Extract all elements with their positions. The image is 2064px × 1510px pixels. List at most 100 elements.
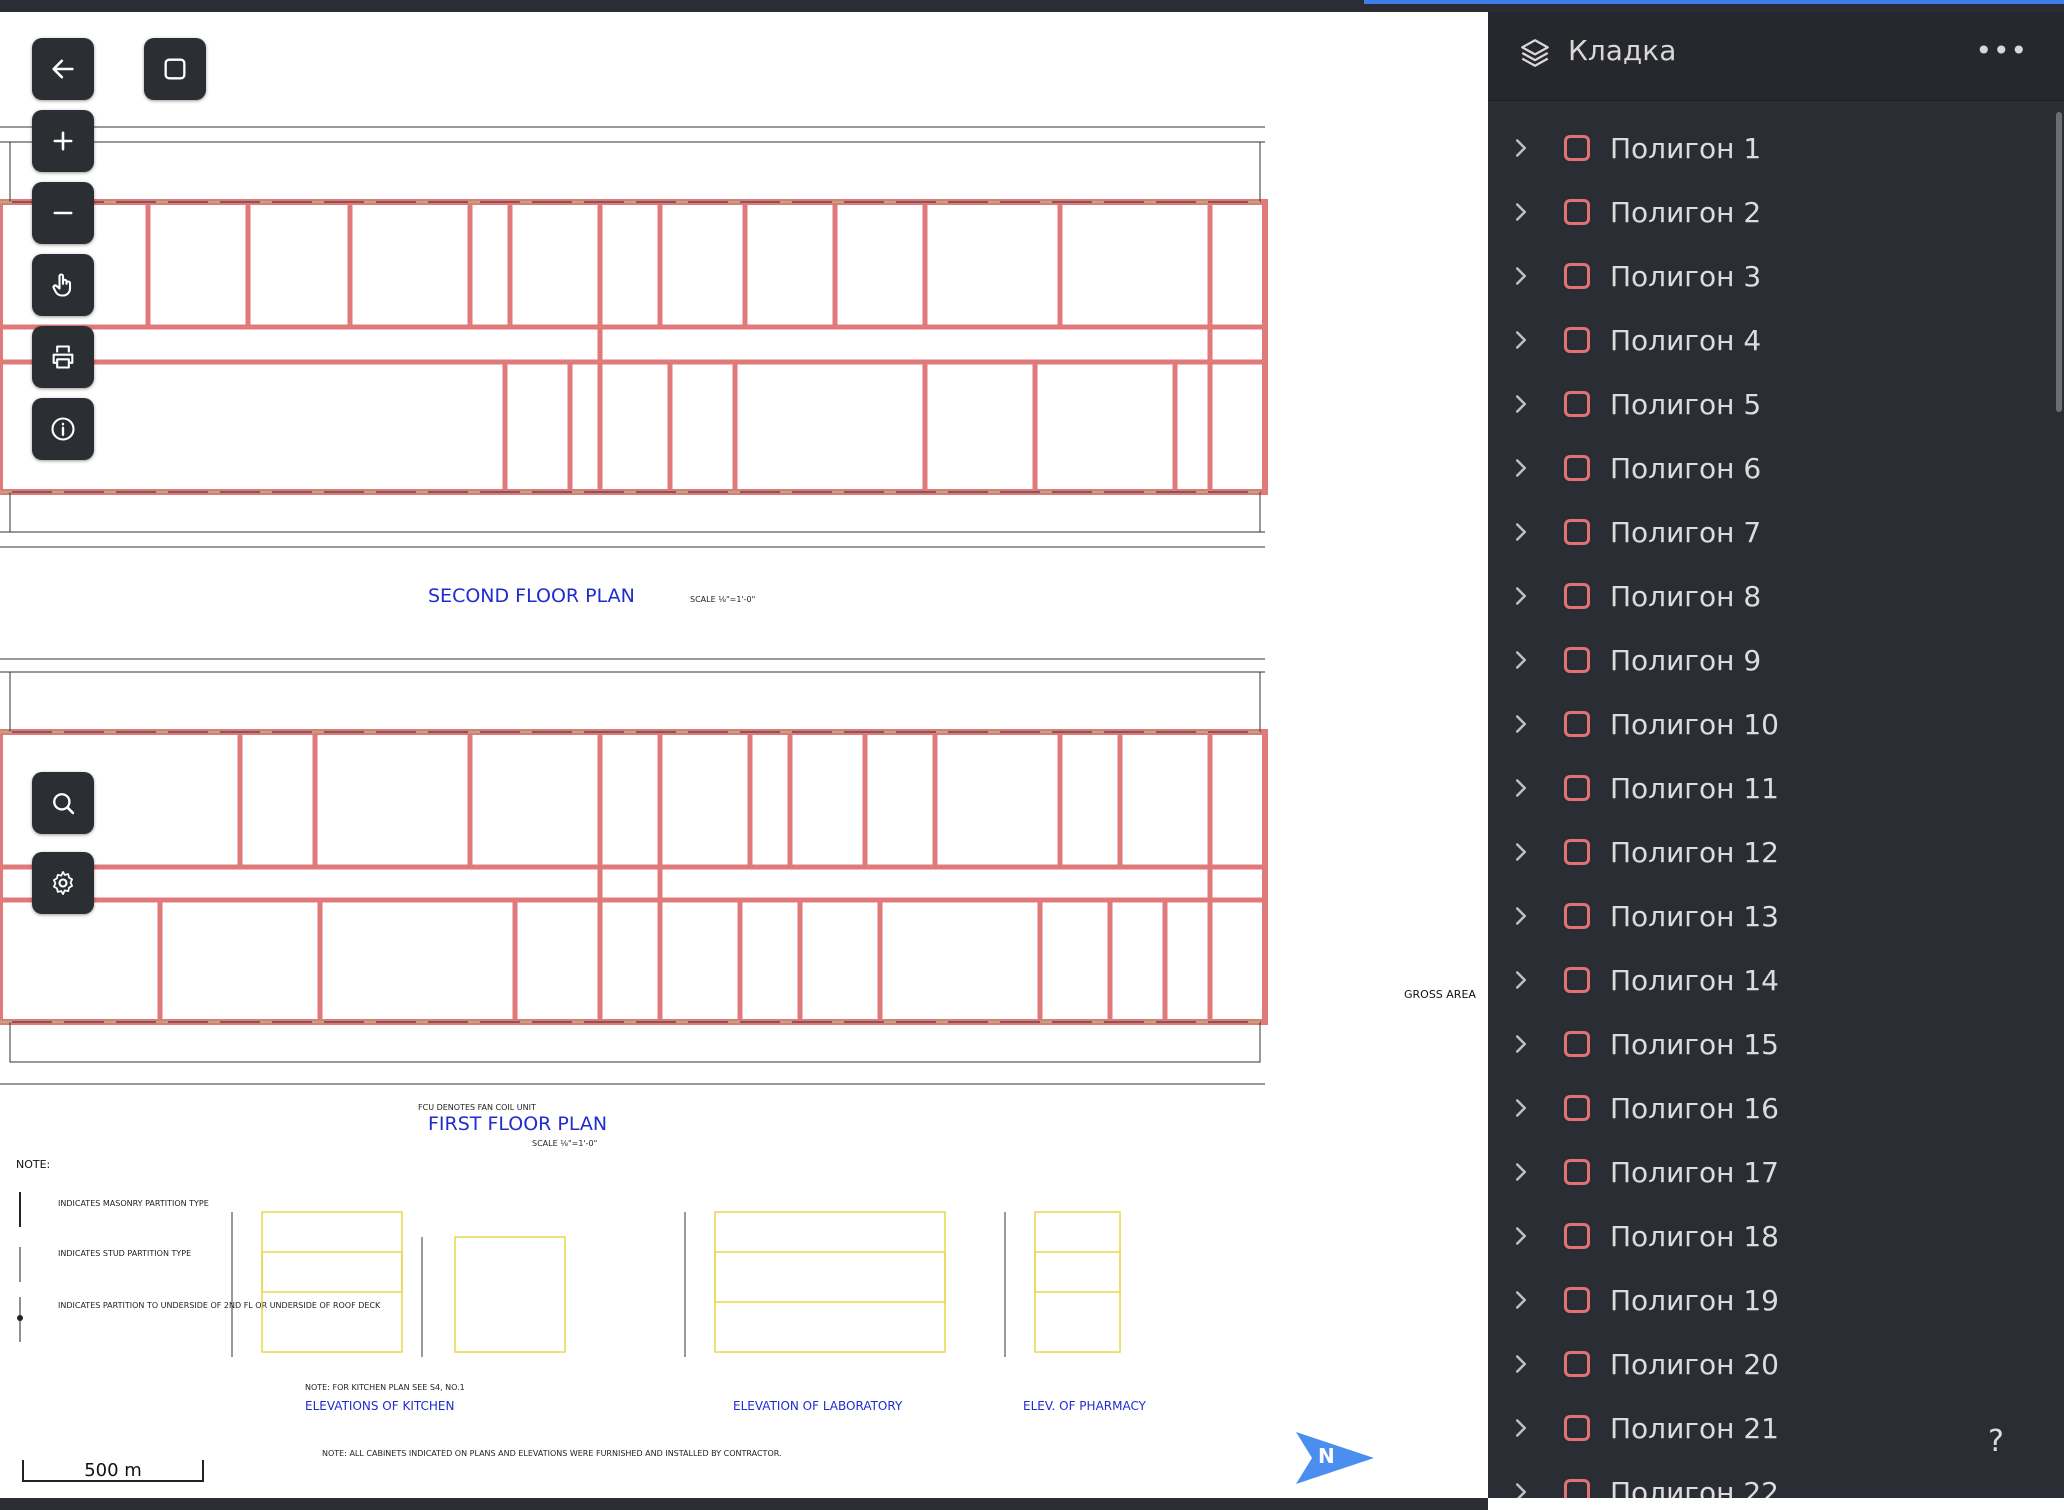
- visibility-checkbox[interactable]: [1564, 199, 1590, 225]
- select-mode-button[interactable]: [144, 38, 206, 100]
- scale-bar: 500 m: [22, 1460, 204, 1482]
- chevron-right-icon[interactable]: [1514, 1162, 1536, 1182]
- visibility-checkbox[interactable]: [1564, 583, 1590, 609]
- visibility-checkbox[interactable]: [1564, 455, 1590, 481]
- visibility-checkbox[interactable]: [1564, 327, 1590, 353]
- list-item[interactable]: Полигон 5: [1488, 372, 2048, 436]
- settings-button[interactable]: [32, 852, 94, 914]
- chevron-right-icon[interactable]: [1514, 522, 1536, 542]
- visibility-checkbox[interactable]: [1564, 1095, 1590, 1121]
- list-item[interactable]: Полигон 17: [1488, 1140, 2048, 1204]
- list-item[interactable]: Полигон 14: [1488, 948, 2048, 1012]
- polygon-label: Полигон 15: [1610, 1027, 1779, 1061]
- floor-plan-drawing[interactable]: SECOND FLOOR PLAN SCALE ⅛"=1'-0" FIRST F…: [0, 12, 1488, 1498]
- arrow-left-icon: [52, 59, 74, 79]
- help-button[interactable]: ?: [1988, 1424, 2004, 1459]
- visibility-checkbox[interactable]: [1564, 903, 1590, 929]
- polygon-label: Полигон 19: [1610, 1283, 1779, 1317]
- visibility-checkbox[interactable]: [1564, 1223, 1590, 1249]
- visibility-checkbox[interactable]: [1564, 391, 1590, 417]
- list-item[interactable]: Полигон 11: [1488, 756, 2048, 820]
- chevron-right-icon[interactable]: [1514, 458, 1536, 478]
- list-item[interactable]: Полигон 1: [1488, 116, 2048, 180]
- panel-header: Кладка •••: [1488, 12, 2064, 101]
- list-item[interactable]: Полигон 16: [1488, 1076, 2048, 1140]
- list-item[interactable]: Полигон 20: [1488, 1332, 2048, 1396]
- visibility-checkbox[interactable]: [1564, 1287, 1590, 1313]
- list-item[interactable]: Полигон 9: [1488, 628, 2048, 692]
- north-arrow-icon: [1296, 1432, 1374, 1484]
- visibility-checkbox[interactable]: [1564, 647, 1590, 673]
- visibility-checkbox[interactable]: [1564, 839, 1590, 865]
- chevron-right-icon[interactable]: [1514, 1418, 1536, 1438]
- fcu-note: FCU DENOTES FAN COIL UNIT: [418, 1103, 536, 1112]
- list-item[interactable]: Полигон 3: [1488, 244, 2048, 308]
- polygon-list: Полигон 1 Полигон 2 Полигон 3 Полигон 4 Поли…: [1488, 116, 2048, 1498]
- list-item[interactable]: Полигон 22: [1488, 1460, 2048, 1498]
- visibility-checkbox[interactable]: [1564, 711, 1590, 737]
- visibility-checkbox[interactable]: [1564, 967, 1590, 993]
- visibility-checkbox[interactable]: [1564, 775, 1590, 801]
- chevron-right-icon[interactable]: [1514, 970, 1536, 990]
- visibility-checkbox[interactable]: [1564, 263, 1590, 289]
- chevron-right-icon[interactable]: [1514, 714, 1536, 734]
- gear-icon: [53, 871, 73, 895]
- visibility-checkbox[interactable]: [1564, 1159, 1590, 1185]
- info-button[interactable]: [32, 398, 94, 460]
- search-icon: [53, 793, 75, 815]
- visibility-checkbox[interactable]: [1564, 519, 1590, 545]
- chevron-right-icon[interactable]: [1514, 586, 1536, 606]
- list-item[interactable]: Полигон 10: [1488, 692, 2048, 756]
- list-item[interactable]: Полигон 8: [1488, 564, 2048, 628]
- list-item[interactable]: Полигон 19: [1488, 1268, 2048, 1332]
- polygon-label: Полигон 22: [1610, 1475, 1779, 1499]
- chevron-right-icon[interactable]: [1514, 1482, 1536, 1498]
- more-dots-icon[interactable]: •••: [1975, 34, 2028, 67]
- chevron-right-icon[interactable]: [1514, 842, 1536, 862]
- list-item[interactable]: Полигон 6: [1488, 436, 2048, 500]
- scrollbar[interactable]: [2056, 112, 2062, 412]
- visibility-checkbox[interactable]: [1564, 1031, 1590, 1057]
- zoom-in-button[interactable]: [32, 110, 94, 172]
- first-floor-plan: [0, 658, 1268, 1085]
- chevron-right-icon[interactable]: [1514, 650, 1536, 670]
- chevron-right-icon[interactable]: [1514, 1098, 1536, 1118]
- polygon-label: Полигон 12: [1610, 835, 1779, 869]
- chevron-right-icon[interactable]: [1514, 1226, 1536, 1246]
- back-button[interactable]: [32, 38, 94, 100]
- chevron-right-icon[interactable]: [1514, 138, 1536, 158]
- list-item[interactable]: Полигон 4: [1488, 308, 2048, 372]
- elev-lab-title: ELEVATION OF LABORATORY: [733, 1399, 903, 1413]
- visibility-checkbox[interactable]: [1564, 135, 1590, 161]
- zoom-out-button[interactable]: [32, 182, 94, 244]
- plus-icon: [53, 131, 73, 151]
- pan-button[interactable]: [32, 254, 94, 316]
- list-item[interactable]: Полигон 15: [1488, 1012, 2048, 1076]
- print-button[interactable]: [32, 326, 94, 388]
- polygon-label: Полигон 10: [1610, 707, 1779, 741]
- list-item[interactable]: Полигон 18: [1488, 1204, 2048, 1268]
- chevron-right-icon[interactable]: [1514, 394, 1536, 414]
- elev-kitchen-title: ELEVATIONS OF KITCHEN: [305, 1399, 454, 1413]
- chevron-right-icon[interactable]: [1514, 1290, 1536, 1310]
- visibility-checkbox[interactable]: [1564, 1479, 1590, 1498]
- minus-icon: [53, 211, 73, 215]
- list-item[interactable]: Полигон 13: [1488, 884, 2048, 948]
- search-button[interactable]: [32, 772, 94, 834]
- chevron-right-icon[interactable]: [1514, 202, 1536, 222]
- list-item[interactable]: Полигон 21: [1488, 1396, 2048, 1460]
- chevron-right-icon[interactable]: [1514, 266, 1536, 286]
- chevron-right-icon[interactable]: [1514, 1034, 1536, 1054]
- visibility-checkbox[interactable]: [1564, 1415, 1590, 1441]
- chevron-right-icon[interactable]: [1514, 330, 1536, 350]
- list-item[interactable]: Полигон 2: [1488, 180, 2048, 244]
- polygon-label: Полигон 6: [1610, 451, 1762, 485]
- panel-title: Кладка: [1568, 34, 1677, 67]
- chevron-right-icon[interactable]: [1514, 778, 1536, 798]
- chevron-right-icon[interactable]: [1514, 1354, 1536, 1374]
- chevron-right-icon[interactable]: [1514, 906, 1536, 926]
- drawing-viewer[interactable]: SECOND FLOOR PLAN SCALE ⅛"=1'-0" FIRST F…: [0, 12, 1488, 1498]
- visibility-checkbox[interactable]: [1564, 1351, 1590, 1377]
- list-item[interactable]: Полигон 7: [1488, 500, 2048, 564]
- list-item[interactable]: Полигон 12: [1488, 820, 2048, 884]
